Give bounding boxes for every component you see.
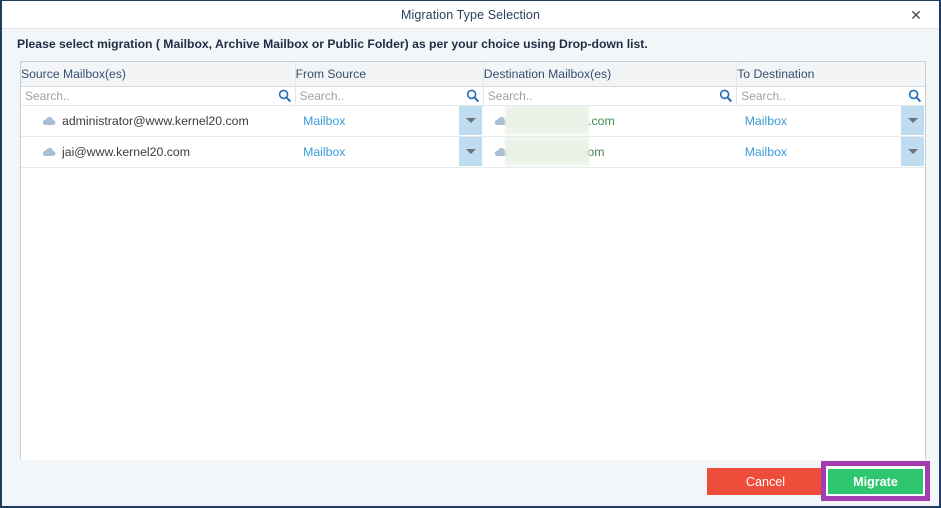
cell-to-destination[interactable]: Mailbox — [736, 105, 901, 137]
source-mailbox-text: jai@www.kernel20.com — [62, 144, 190, 159]
chevron-down-icon[interactable] — [458, 137, 483, 166]
from-source-link[interactable]: Mailbox — [295, 106, 458, 136]
cell-from-source-dropdown[interactable] — [458, 136, 484, 168]
chevron-down-icon[interactable] — [900, 106, 925, 135]
migrate-button-highlight: Migrate — [821, 461, 930, 501]
migrate-button[interactable]: Migrate — [828, 469, 923, 494]
search-icon[interactable] — [465, 88, 481, 104]
search-icon[interactable] — [277, 88, 293, 104]
cell-destination-mailbox: n.onmicrosoft.com — [483, 105, 737, 137]
column-header-destination-mailbox: Destination Mailbox(es) — [483, 62, 738, 87]
destination-mailbox-text: onmicrosoft.com — [514, 144, 605, 159]
chevron-down-icon[interactable] — [900, 137, 925, 166]
cell-from-source[interactable]: Mailbox — [295, 136, 459, 168]
chevron-down-icon[interactable] — [458, 106, 483, 135]
page-title: Migration Type Selection — [400, 7, 541, 22]
search-input-from-source[interactable] — [297, 88, 465, 103]
cancel-button[interactable]: Cancel — [707, 468, 824, 495]
table-row[interactable]: administrator@www.kernel20.com Mailbox n… — [21, 105, 925, 137]
search-cell-source-mailbox — [21, 86, 296, 106]
destination-mailbox-text: n.onmicrosoft.com — [514, 113, 615, 128]
cloud-icon — [42, 116, 56, 125]
search-input-source-mailbox[interactable] — [23, 88, 277, 103]
cell-source-mailbox: jai@www.kernel20.com — [21, 136, 296, 168]
table-row[interactable]: jai@www.kernel20.com Mailbox onmicrosoft… — [21, 136, 925, 168]
mailbox-grid: Source Mailbox(es) From Source Destinati… — [20, 61, 926, 463]
instruction-bar: Please select migration ( Mailbox, Archi… — [2, 29, 939, 59]
close-icon[interactable]: ✕ — [901, 1, 931, 28]
instruction-text: Please select migration ( Mailbox, Archi… — [17, 37, 648, 51]
search-cell-destination-mailbox — [483, 86, 738, 106]
cloud-icon — [495, 147, 508, 156]
search-icon[interactable] — [907, 88, 923, 104]
grid-header-row: Source Mailbox(es) From Source Destinati… — [21, 62, 925, 87]
cloud-icon — [42, 147, 56, 156]
column-header-to-destination: To Destination — [736, 62, 925, 87]
source-mailbox-text: administrator@www.kernel20.com — [62, 113, 249, 128]
search-icon[interactable] — [718, 88, 734, 104]
column-header-from-source: From Source — [295, 62, 484, 87]
cell-to-destination-dropdown[interactable] — [900, 136, 925, 168]
from-source-link[interactable]: Mailbox — [295, 137, 458, 167]
dialog-footer: Cancel Migrate — [2, 460, 939, 506]
column-header-source-mailbox: Source Mailbox(es) — [21, 62, 296, 87]
search-cell-to-destination — [736, 86, 925, 106]
grid-search-row — [21, 86, 925, 106]
search-cell-from-source — [295, 86, 484, 106]
title-bar: Migration Type Selection ✕ — [2, 1, 939, 29]
search-input-to-destination[interactable] — [739, 88, 907, 103]
to-destination-link[interactable]: Mailbox — [737, 106, 900, 136]
cell-from-source[interactable]: Mailbox — [295, 105, 459, 137]
cell-from-source-dropdown[interactable] — [458, 105, 484, 137]
cloud-icon — [495, 116, 508, 125]
cell-to-destination[interactable]: Mailbox — [736, 136, 901, 168]
cell-source-mailbox: administrator@www.kernel20.com — [21, 105, 296, 137]
cell-destination-mailbox: onmicrosoft.com — [483, 136, 737, 168]
migration-dialog: Migration Type Selection ✕ Please select… — [0, 0, 941, 508]
cell-to-destination-dropdown[interactable] — [900, 105, 925, 137]
to-destination-link[interactable]: Mailbox — [737, 137, 900, 167]
search-input-destination-mailbox[interactable] — [485, 88, 719, 103]
